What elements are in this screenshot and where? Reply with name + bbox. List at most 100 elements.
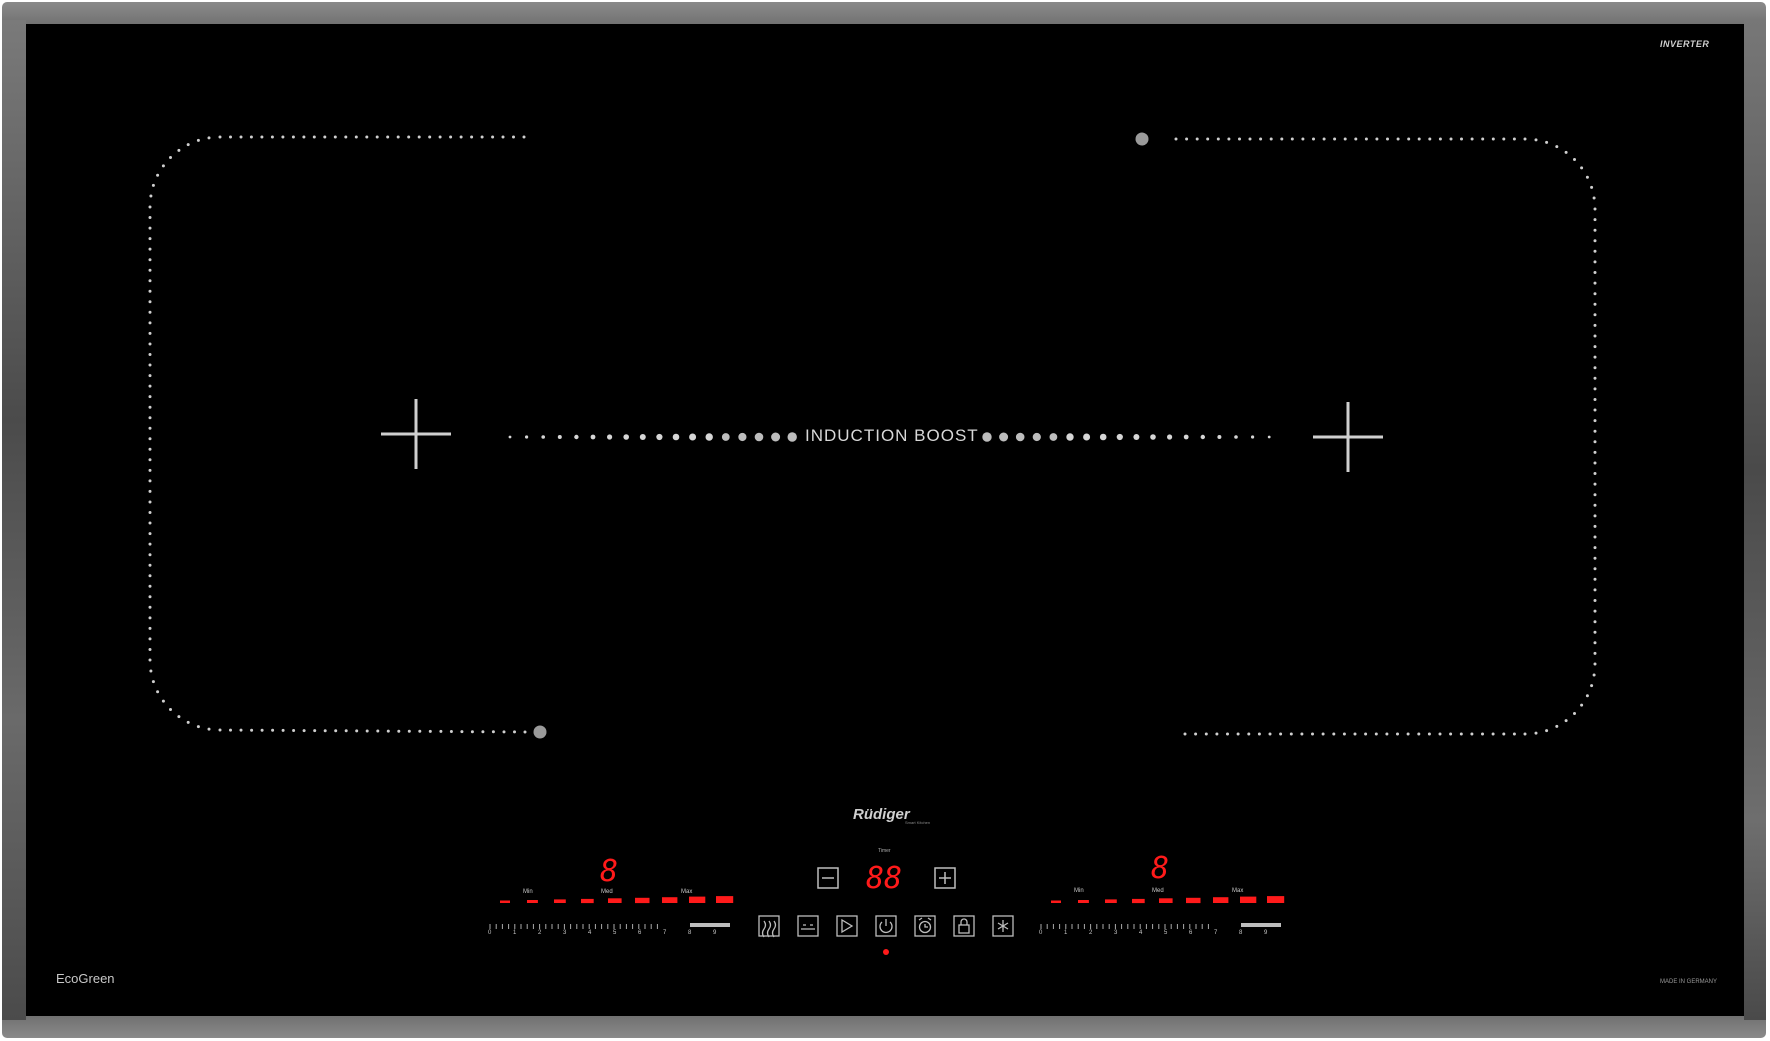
outline-dot: [1534, 138, 1538, 142]
boost-icon[interactable]: [836, 915, 858, 937]
outline-dot: [1374, 732, 1378, 736]
outline-dot: [1248, 137, 1252, 141]
slider-handle[interactable]: [1241, 923, 1281, 927]
outline-dot: [1396, 137, 1400, 141]
timer-plus-button[interactable]: [934, 867, 956, 889]
slider-handle[interactable]: [690, 923, 730, 927]
outline-dot: [1236, 732, 1240, 736]
outline-dot: [481, 730, 485, 734]
outline-dot: [1234, 435, 1238, 439]
outline-dot: [1523, 732, 1527, 736]
outline-dot: [460, 730, 464, 734]
outline-dot: [1343, 137, 1347, 141]
outline-dot: [771, 432, 781, 442]
pause-icon[interactable]: [797, 915, 819, 937]
level-bar: [689, 896, 706, 903]
outline-dot: [1523, 137, 1527, 141]
outline-dot: [148, 479, 152, 483]
outline-dot: [148, 353, 152, 356]
left-zone-crosshair: [381, 399, 451, 469]
level-bar: [608, 898, 622, 903]
outline-dot: [156, 173, 160, 177]
scale-number: 3: [1114, 930, 1118, 936]
outline-dot: [418, 729, 422, 733]
outline-dot: [1269, 137, 1273, 141]
right-zone-slider[interactable]: [1040, 923, 1281, 929]
defrost-icon[interactable]: [992, 915, 1014, 937]
level-bar: [635, 897, 650, 904]
outline-dot: [1427, 732, 1431, 736]
left-zone-outline: [148, 135, 527, 734]
timer-minus-button[interactable]: [817, 867, 839, 889]
outline-dot: [1174, 137, 1178, 141]
outline-dot: [1545, 729, 1549, 733]
outline-dot: [355, 729, 359, 733]
outline-dot: [151, 183, 155, 187]
level-bar: [527, 900, 538, 903]
outline-dot: [148, 626, 152, 630]
outline-dot: [148, 300, 152, 304]
outline-dot: [407, 729, 411, 733]
outline-dot: [148, 216, 152, 219]
scale-number: 8: [1239, 930, 1243, 936]
outline-dot: [787, 432, 797, 442]
left-zone-slider[interactable]: [489, 923, 730, 929]
outline-dot: [148, 237, 152, 241]
outline-dot: [148, 458, 152, 462]
timer-display: 88: [866, 861, 903, 896]
level-bar: [1132, 898, 1145, 904]
outline-dot: [1185, 137, 1189, 141]
outline-dot: [1593, 271, 1597, 274]
outline-dot: [470, 730, 474, 734]
outline-dot: [999, 432, 1009, 442]
scale-word: Min: [523, 889, 533, 895]
outline-dot: [1593, 461, 1597, 465]
outline-dot: [1321, 732, 1325, 736]
level-bar: [581, 898, 594, 904]
outline-dot: [1593, 577, 1597, 581]
outline-dot: [1593, 651, 1597, 655]
induction-boost-label: INDUCTION BOOST: [805, 426, 979, 445]
outline-dot: [1312, 137, 1315, 141]
cooktop: INVERTER INDUCTION BOOST Rüdiger Smart K…: [0, 0, 1770, 1041]
alarm-icon[interactable]: [914, 915, 936, 937]
outline-dot: [1573, 712, 1576, 715]
level-bar: [1240, 896, 1257, 903]
outline-dot: [459, 135, 463, 139]
outline-dot: [1290, 137, 1294, 141]
outline-dot: [177, 715, 181, 719]
outline-dot: [148, 247, 152, 251]
outline-dot: [1470, 732, 1474, 736]
outline-dot: [522, 135, 526, 139]
outline-dot: [148, 426, 152, 430]
outline-dot: [386, 729, 390, 733]
outline-dot: [1593, 493, 1597, 497]
outline-dot: [177, 148, 181, 152]
outline-dot: [491, 730, 495, 734]
outline-dot: [1491, 137, 1495, 141]
outline-dot: [218, 728, 222, 732]
outline-dot: [1593, 450, 1597, 454]
outline-dot: [672, 433, 680, 441]
power-icon[interactable]: [875, 915, 897, 937]
outline-dot: [1593, 207, 1597, 211]
outline-dot: [148, 258, 152, 262]
outline-dot: [207, 136, 211, 140]
outline-dot: [148, 563, 152, 567]
outline-dot: [502, 730, 506, 734]
outline-dot: [148, 331, 152, 335]
level-bar: [716, 896, 734, 903]
outline-dot: [574, 434, 579, 440]
right-zone-marker: [1135, 132, 1149, 146]
outline-dot: [1417, 732, 1421, 736]
lock-icon[interactable]: [953, 915, 975, 937]
warming-icon[interactable]: [758, 915, 780, 938]
outline-dot: [229, 728, 232, 732]
outline-dot: [302, 135, 306, 139]
outline-dot: [738, 432, 747, 442]
outline-dot: [1593, 345, 1597, 349]
outline-dot: [407, 135, 411, 139]
outline-dot: [218, 135, 222, 139]
outline-dot: [312, 135, 316, 139]
outline-dot: [1593, 260, 1597, 264]
